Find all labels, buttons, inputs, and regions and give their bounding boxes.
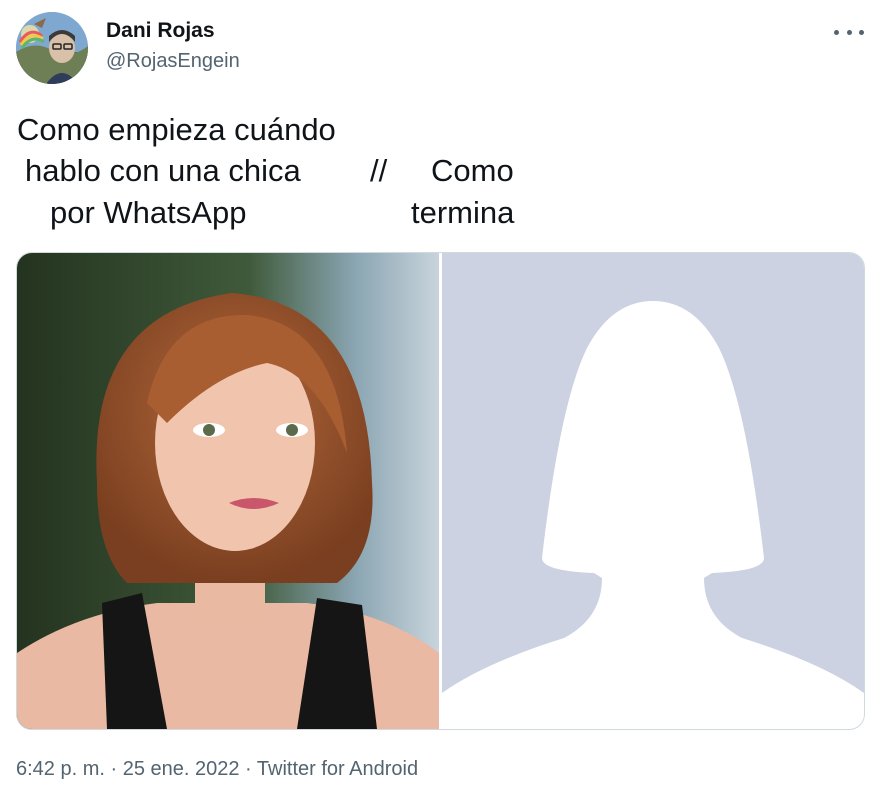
avatar-image — [16, 12, 88, 84]
dot — [859, 29, 864, 35]
tweet-date[interactable]: 25 ene. 2022 — [123, 758, 240, 780]
default-female-silhouette-avatar[interactable] — [442, 253, 864, 729]
dot — [834, 29, 839, 35]
separator-dot: · — [104, 758, 123, 780]
tweet-text-line-3-left: por WhatsApp — [50, 195, 247, 230]
tweet-source-link[interactable]: Twitter for Android — [257, 758, 418, 780]
author-display-name[interactable]: Dani Rojas — [106, 18, 215, 44]
more-options-icon[interactable] — [834, 20, 864, 44]
tweet-time[interactable]: 6:42 p. m. — [16, 758, 105, 780]
author-avatar[interactable] — [16, 12, 88, 84]
author-handle[interactable]: @RojasEngein — [106, 48, 240, 74]
dot — [846, 29, 852, 35]
tweet-text-line-2-left: hablo con una chica — [25, 153, 301, 188]
tweet-text-line-2-right: Como — [431, 153, 514, 188]
woman-portrait-photo[interactable] — [17, 253, 439, 729]
tweet-text-separator: // — [370, 153, 388, 188]
tweet-text-line-1: Como empieza cuándo — [17, 112, 336, 147]
tweet-metadata: 6:42 p. m. · 25 ene. 2022 · Twitter for … — [16, 756, 418, 782]
separator-dot: · — [239, 758, 257, 780]
tweet-card: Dani Rojas @RojasEngein Como empieza cuá… — [0, 0, 880, 800]
tweet-text-line-3-right: termina — [411, 195, 515, 230]
tweet-media[interactable] — [16, 252, 865, 730]
